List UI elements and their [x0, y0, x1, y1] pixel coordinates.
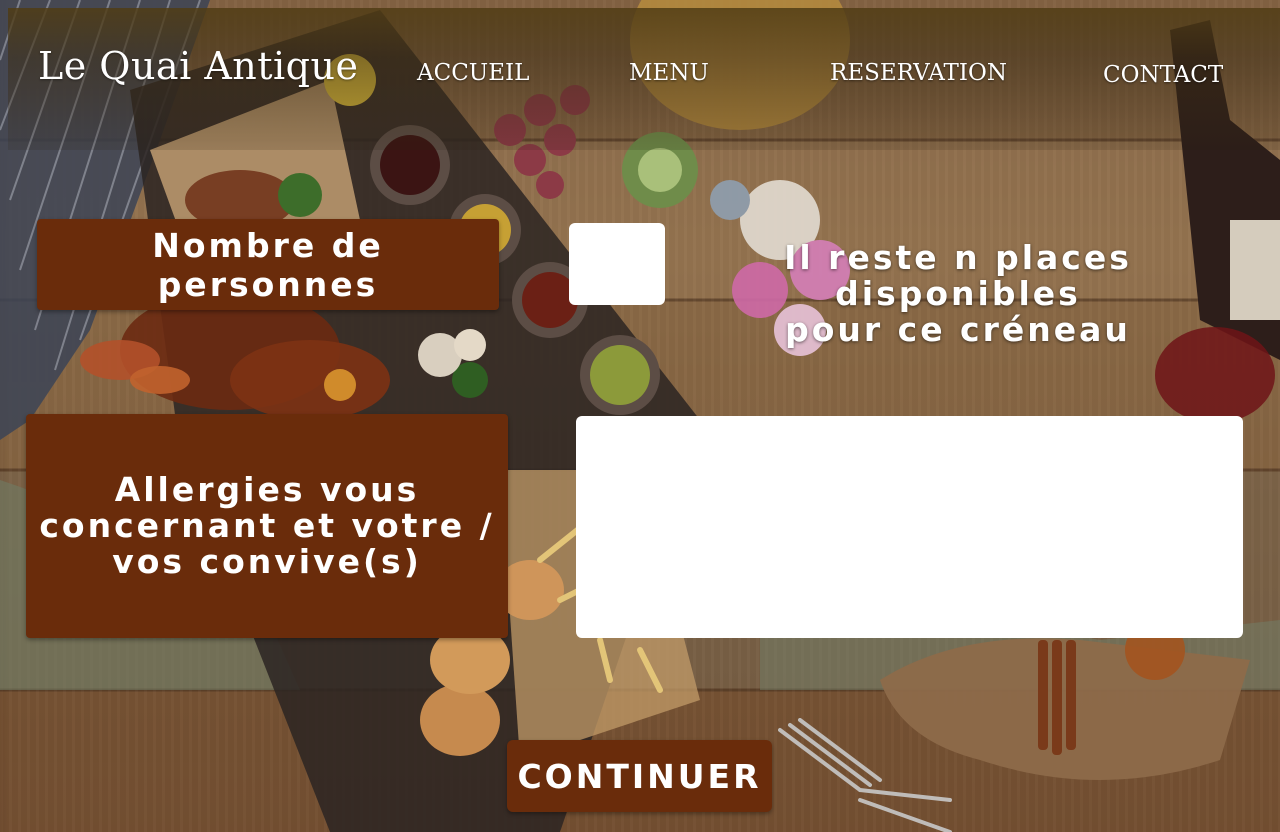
availability-line-1: Il reste n places disponibles: [784, 238, 1132, 313]
availability-line-2: pour ce créneau: [785, 310, 1131, 349]
nav-link-accueil[interactable]: ACCUEIL: [417, 60, 529, 86]
site-logo[interactable]: Le Quai Antique: [38, 44, 358, 88]
availability-message: Il reste n places disponibles pour ce cr…: [668, 240, 1248, 348]
persons-label: Nombre de personnes: [37, 219, 499, 310]
continue-button[interactable]: CONTINUER: [507, 740, 772, 812]
nav-link-reservation[interactable]: RESERVATION: [830, 60, 1007, 86]
nav-link-menu[interactable]: MENU: [629, 60, 709, 86]
allergies-label: Allergies vous concernant et votre / vos…: [26, 414, 508, 638]
persons-input[interactable]: [569, 223, 665, 305]
nav-link-contact[interactable]: CONTACT: [1103, 62, 1223, 88]
allergies-textarea[interactable]: [576, 416, 1243, 638]
